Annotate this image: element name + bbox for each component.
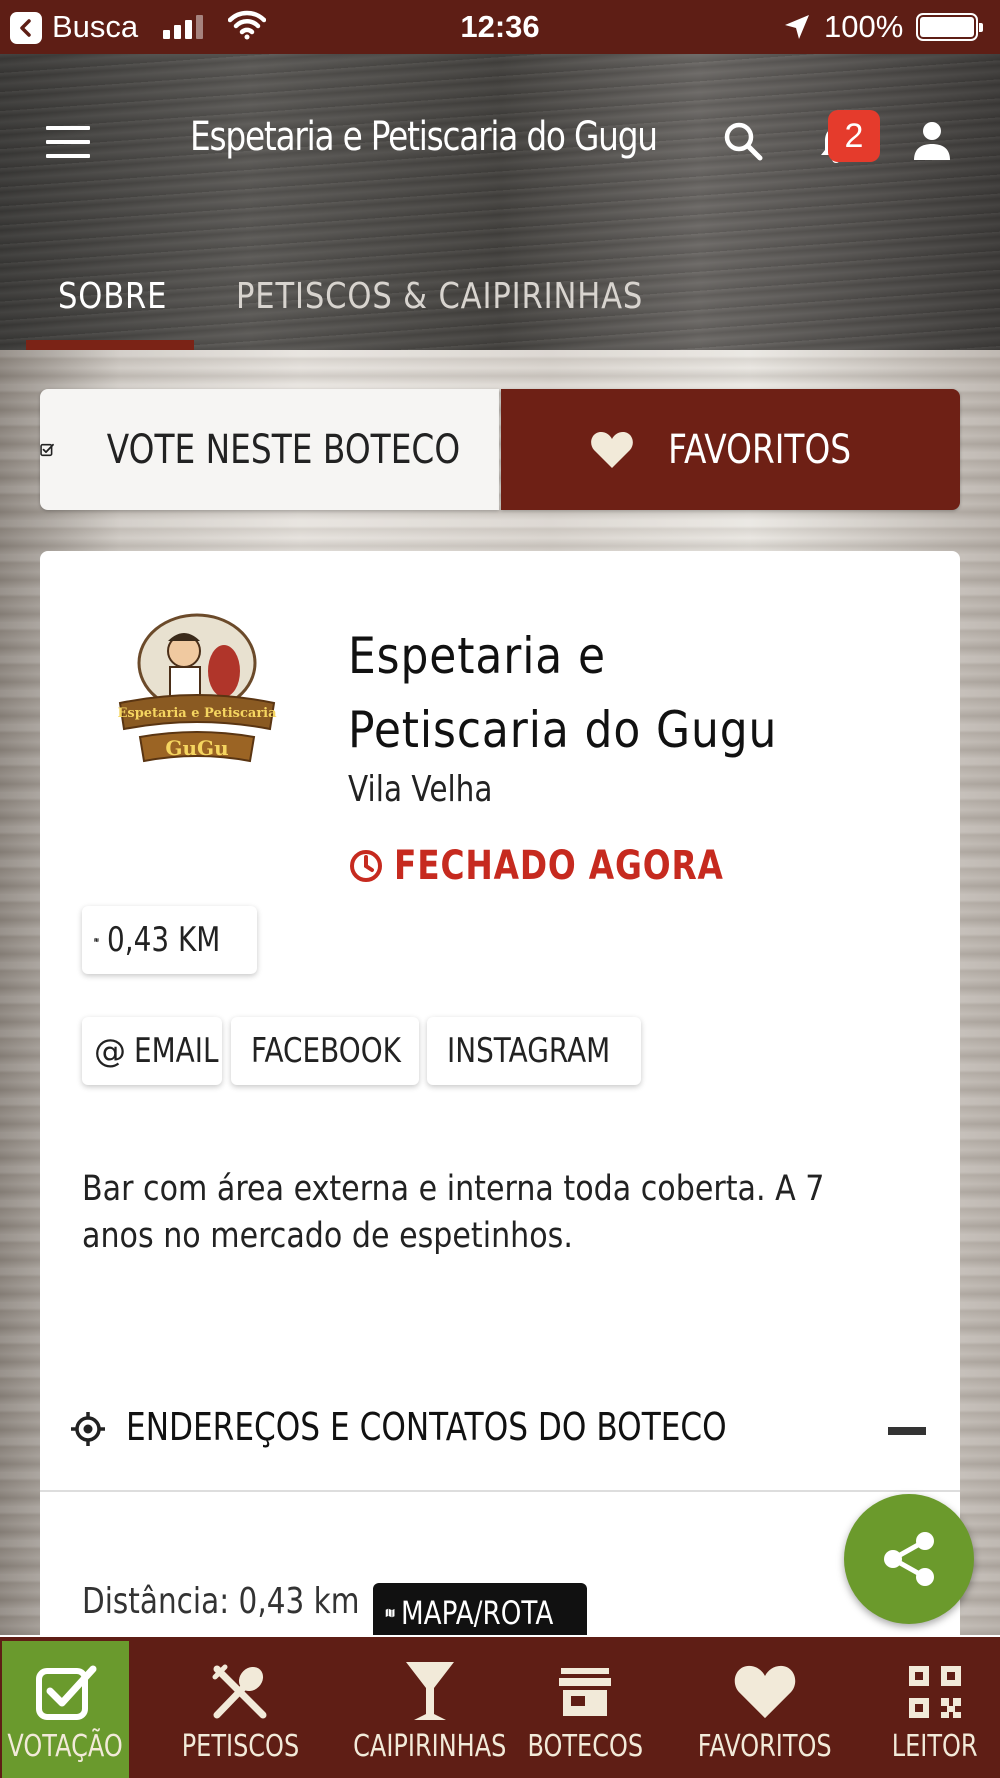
app-header: Espetaria e Petiscaria do Gugu 2 SOBRE P… — [0, 54, 1000, 350]
vote-button[interactable]: VOTE NESTE BOTECO — [40, 389, 499, 510]
venue-city: Vila Velha — [348, 769, 493, 810]
nav-caipirinhas[interactable]: CAIPIRINHAS — [350, 1637, 510, 1778]
page-title: Espetaria e Petiscaria do Gugu — [190, 114, 658, 160]
distance-chip[interactable]: 0,43 KM — [82, 906, 257, 974]
cocktail-icon — [404, 1657, 456, 1727]
favorite-button-label: FAVORITOS — [667, 426, 852, 473]
heart-icon — [732, 1657, 798, 1727]
nav-leitor-label: LEITOR — [892, 1729, 978, 1764]
cutlery-icon — [211, 1657, 269, 1727]
venue-name: Espetaria e Petiscaria do Gugu — [348, 627, 778, 759]
instagram-button[interactable]: INSTAGRAM — [427, 1017, 641, 1085]
venue-logo: Espetaria e Petiscaria GuGu — [112, 611, 282, 781]
address-section-title: ENDEREÇOS E CONTATOS DO BOTECO — [126, 1405, 727, 1449]
nav-votacao-label: VOTAÇÃO — [7, 1729, 124, 1764]
email-button[interactable]: @ EMAIL — [82, 1017, 222, 1085]
battery-percent: 100% — [824, 9, 904, 44]
at-icon: @ — [94, 1032, 126, 1070]
opening-status-text: FECHADO AGORA — [394, 843, 724, 889]
tab-sobre[interactable]: SOBRE — [58, 276, 167, 317]
notification-badge[interactable]: 2 — [828, 110, 880, 162]
active-tab-indicator — [26, 340, 194, 350]
favorite-button[interactable]: FAVORITOS — [501, 389, 960, 510]
map-icon — [385, 1608, 395, 1618]
checkbox-icon — [40, 443, 54, 456]
svg-text:GuGu: GuGu — [165, 736, 228, 760]
battery-icon — [916, 13, 983, 41]
instagram-button-label: INSTAGRAM — [447, 1031, 611, 1071]
svg-text:Espetaria e Petiscaria: Espetaria e Petiscaria — [117, 706, 277, 721]
clock-icon — [350, 850, 382, 882]
nav-votacao[interactable]: VOTAÇÃO — [2, 1641, 129, 1778]
nav-caipirinhas-label: CAIPIRINHAS — [353, 1729, 507, 1764]
opening-status: FECHADO AGORA — [348, 843, 796, 889]
share-icon — [884, 1532, 934, 1586]
nav-favoritos[interactable]: FAVORITOS — [690, 1637, 840, 1778]
nav-petiscos-label: PETISCOS — [181, 1729, 299, 1764]
vote-check-icon — [35, 1657, 97, 1727]
bottom-nav: VOTAÇÃO PETISCOS CAIPIRINHAS BOTECOS FAV… — [0, 1635, 1000, 1778]
venue-description: Bar com área externa e interna toda cobe… — [82, 1169, 825, 1256]
location-arrow-icon — [782, 12, 812, 50]
crosshair-icon — [71, 1412, 105, 1446]
collapse-icon[interactable] — [888, 1427, 926, 1435]
distance-text: Distância: 0,43 km — [82, 1581, 360, 1622]
status-bar: Busca 12:36 100% — [0, 0, 1000, 54]
facebook-button[interactable]: FACEBOOK — [231, 1017, 419, 1085]
map-route-button-label: MAPA/ROTA — [401, 1594, 554, 1632]
nav-petiscos[interactable]: PETISCOS — [170, 1637, 310, 1778]
nav-favoritos-label: FAVORITOS — [698, 1729, 832, 1764]
share-button[interactable] — [844, 1494, 974, 1624]
nav-botecos-label: BOTECOS — [527, 1729, 643, 1764]
distance-chip-label: 0,43 KM — [106, 920, 221, 960]
user-icon[interactable] — [912, 120, 952, 167]
address-section-header[interactable]: ENDEREÇOS E CONTATOS DO BOTECO — [40, 1367, 960, 1492]
heart-icon — [591, 431, 633, 468]
map-route-button[interactable]: MAPA/ROTA — [373, 1583, 587, 1643]
tab-petiscos-caipirinhas[interactable]: PETISCOS & CAIPIRINHAS — [236, 276, 643, 317]
menu-icon[interactable] — [46, 126, 90, 158]
venue-card: Espetaria e Petiscaria GuGu Espetaria e … — [40, 551, 960, 1643]
qr-code-icon — [907, 1657, 963, 1727]
store-icon — [557, 1657, 613, 1727]
search-icon[interactable] — [722, 120, 764, 167]
facebook-button-label: FACEBOOK — [251, 1031, 401, 1071]
vote-button-label: VOTE NESTE BOTECO — [106, 426, 461, 473]
email-button-label: EMAIL — [134, 1031, 219, 1071]
map-icon — [94, 937, 99, 943]
nav-botecos[interactable]: BOTECOS — [520, 1637, 650, 1778]
nav-leitor[interactable]: LEITOR — [880, 1637, 990, 1778]
